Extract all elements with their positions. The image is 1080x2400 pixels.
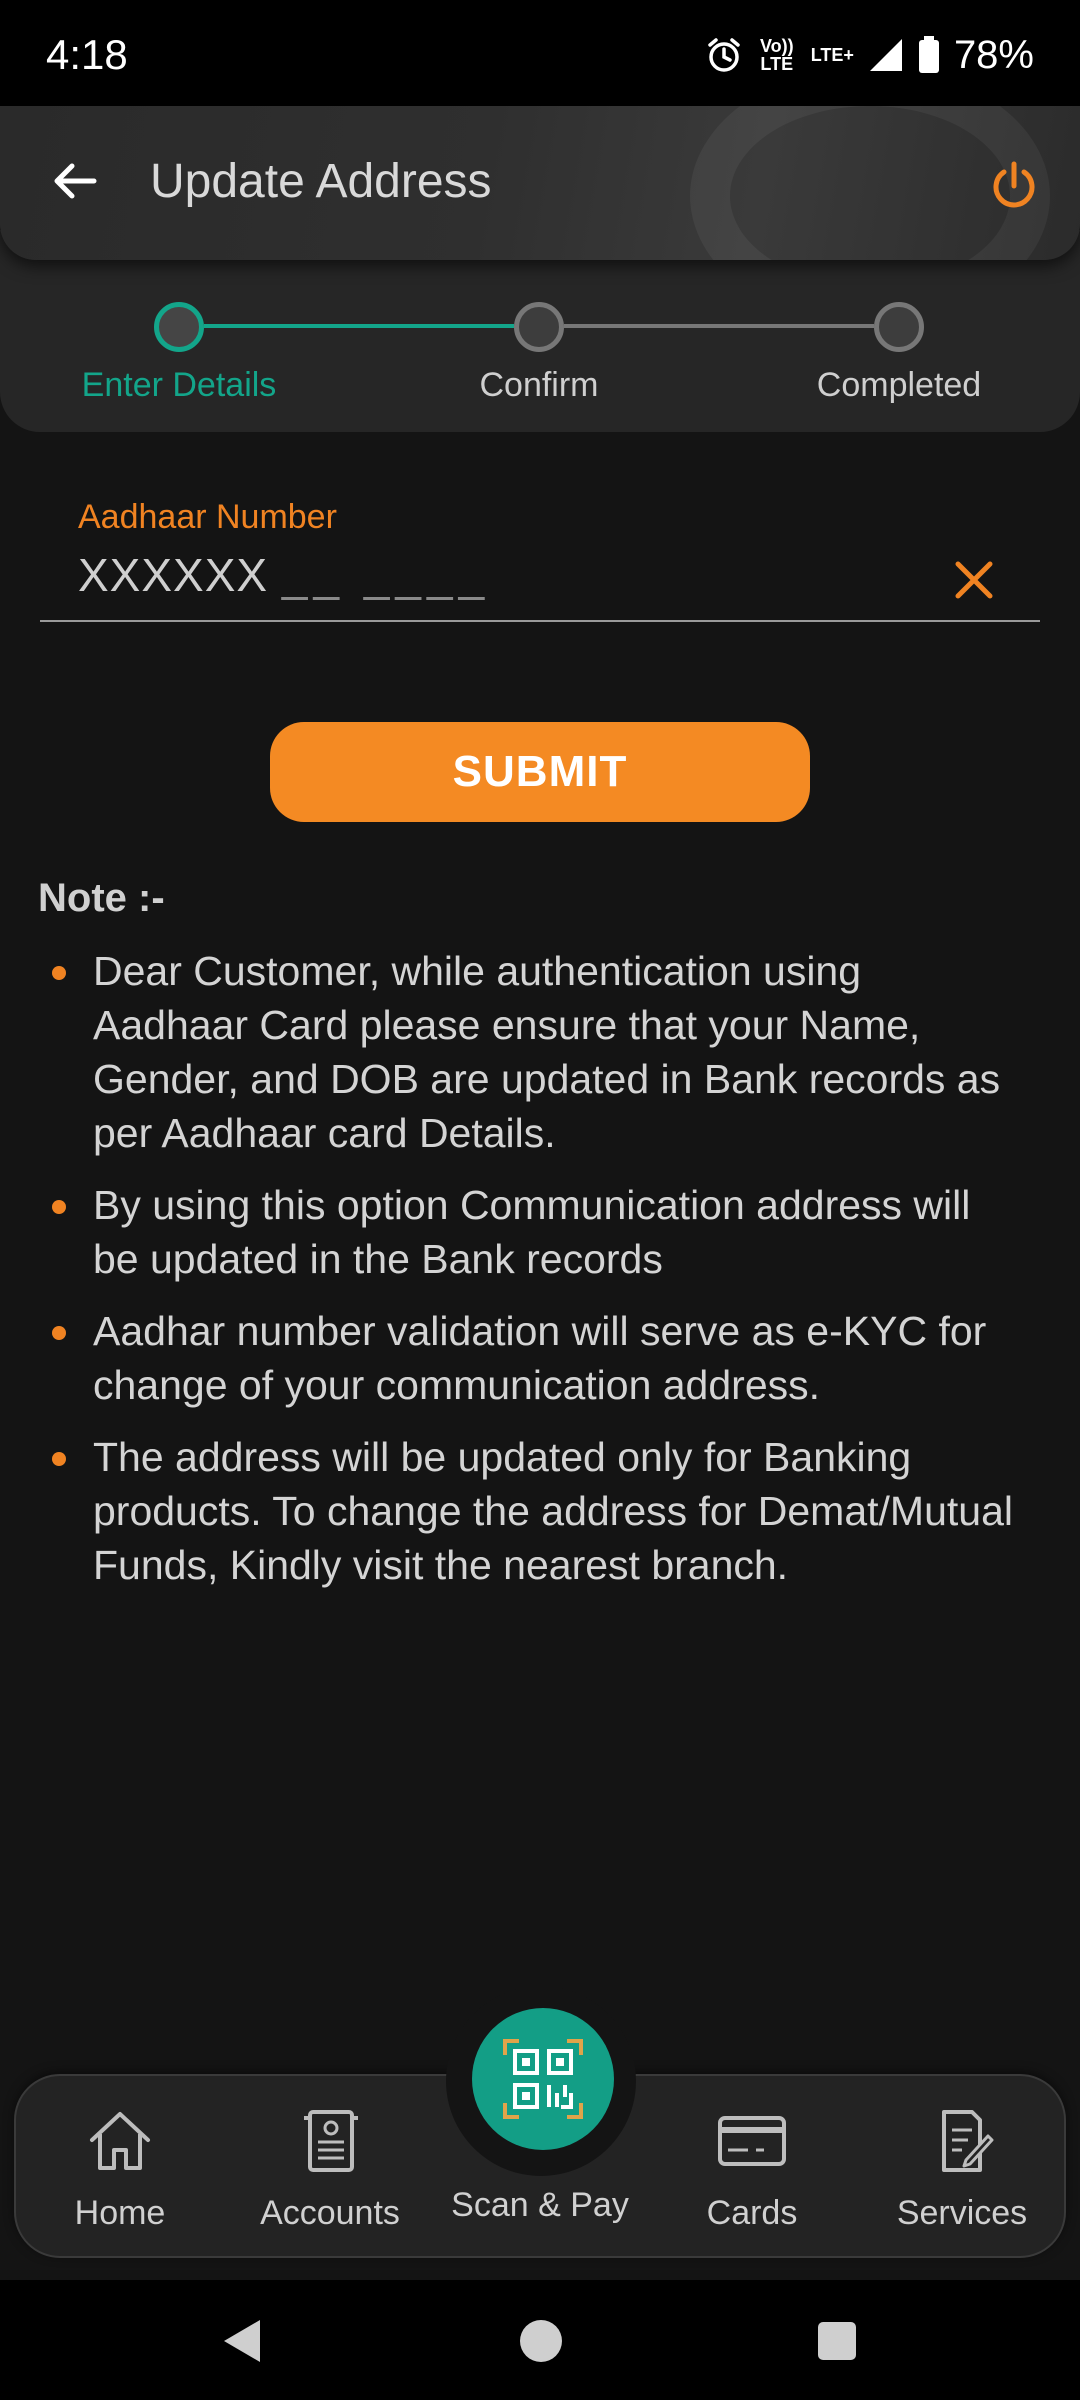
progress-stepper: Enter Details Confirm Completed — [0, 230, 1080, 432]
bullet-icon — [52, 1326, 66, 1340]
aadhaar-input-underline — [40, 620, 1040, 622]
nav-label-scan-pay: Scan & Pay — [451, 2186, 629, 2224]
list-item: Dear Customer, while authentication usin… — [0, 944, 1080, 1160]
system-navigation-bar — [0, 2280, 1080, 2400]
lte-indicator: LTE+ — [810, 45, 854, 65]
list-item: By using this option Communication addre… — [0, 1178, 1080, 1286]
step-label-confirm: Confirm — [479, 366, 599, 404]
status-time: 4:18 — [46, 31, 128, 78]
bullet-icon — [52, 1452, 66, 1466]
note-text: By using this option Communication addre… — [93, 1182, 971, 1282]
system-back-icon[interactable] — [220, 2318, 264, 2364]
step-connector-pending — [564, 324, 874, 328]
clear-icon[interactable] — [950, 556, 998, 604]
note-text: The address will be updated only for Ban… — [93, 1434, 1013, 1588]
note-title: Note :- — [38, 876, 165, 920]
step-indicator-enter-details — [154, 302, 204, 352]
step-label-enter-details: Enter Details — [81, 366, 277, 404]
note-text: Aadhar number validation will serve as e… — [93, 1308, 987, 1408]
volte-indicator: Vo)) LTE — [759, 36, 794, 74]
step-indicator-completed — [874, 302, 924, 352]
status-icons: Vo)) LTE LTE+ 78% — [705, 33, 1034, 78]
aadhaar-field-label: Aadhaar Number — [78, 498, 337, 536]
nav-item-services[interactable]: Services — [862, 2106, 1062, 2246]
nav-label-home: Home — [74, 2194, 166, 2232]
aadhaar-input[interactable]: XXXXXX __ ____ — [78, 548, 490, 602]
system-recents-icon[interactable] — [818, 2322, 856, 2360]
qr-code-icon — [503, 2039, 583, 2119]
nav-label-cards: Cards — [706, 2194, 798, 2232]
page-title: Update Address — [150, 155, 492, 208]
card-icon — [718, 2116, 786, 2166]
list-item: Aadhar number validation will serve as e… — [0, 1304, 1080, 1412]
home-icon — [90, 2112, 150, 2170]
services-icon — [942, 2110, 994, 2172]
battery-icon — [918, 36, 939, 73]
accounts-icon — [304, 2110, 358, 2172]
aadhaar-input-mask: __ ____ — [281, 549, 491, 601]
submit-button[interactable]: SUBMIT — [270, 722, 810, 822]
nav-item-accounts[interactable]: Accounts — [230, 2106, 430, 2246]
scan-pay-button[interactable] — [472, 2008, 614, 2150]
status-bar: 4:18 Vo)) LTE LTE+ 78% — [0, 0, 1080, 110]
power-icon[interactable] — [986, 158, 1042, 214]
step-indicator-confirm — [514, 302, 564, 352]
step-label-completed: Completed — [816, 366, 982, 404]
app-header: Update Address — [0, 106, 1080, 260]
back-arrow-icon[interactable] — [50, 156, 100, 206]
note-text: Dear Customer, while authentication usin… — [93, 948, 1001, 1156]
battery-percent: 78% — [953, 32, 1034, 77]
step-connector-completed — [204, 324, 514, 328]
system-home-icon[interactable] — [520, 2320, 562, 2362]
nav-label-services: Services — [896, 2194, 1028, 2232]
nav-item-home[interactable]: Home — [20, 2106, 220, 2246]
bullet-icon — [52, 966, 66, 980]
note-list: Dear Customer, while authentication usin… — [0, 944, 1080, 1610]
nav-item-cards[interactable]: Cards — [652, 2106, 852, 2246]
nav-label-accounts: Accounts — [260, 2194, 400, 2232]
alarm-icon — [708, 38, 740, 72]
bullet-icon — [52, 1200, 66, 1214]
aadhaar-input-value: XXXXXX — [78, 549, 269, 601]
list-item: The address will be updated only for Ban… — [0, 1430, 1080, 1592]
signal-icon — [869, 39, 902, 71]
